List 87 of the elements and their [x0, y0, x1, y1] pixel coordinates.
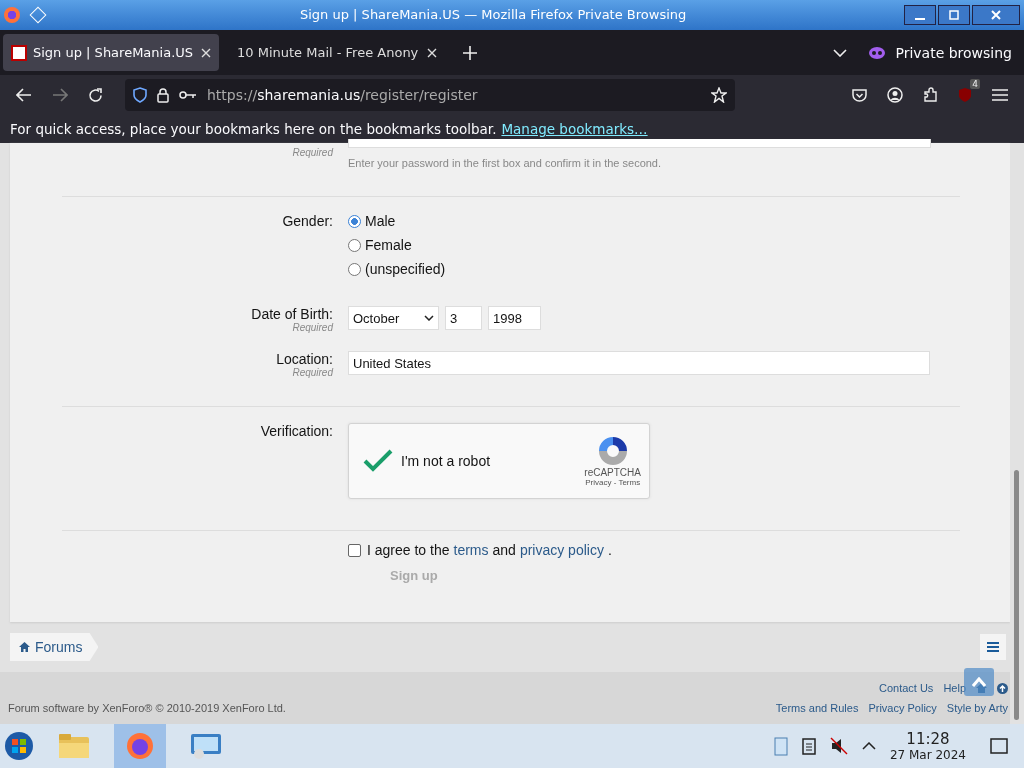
privacy-link[interactable]: Privacy: [585, 478, 612, 487]
close-button[interactable]: [972, 5, 1020, 25]
clock-date: 27 Mar 2024: [889, 748, 966, 762]
site-logo-icon: [11, 44, 27, 61]
firefox-taskbar-icon[interactable]: [114, 724, 166, 768]
window-title: Sign up | ShareMania.US — Mozilla Firefox Private Browsing: [300, 7, 687, 22]
breadcrumb-link[interactable]: Forums: [10, 633, 99, 661]
url-text: https://sharemania.us/register/register: [207, 87, 479, 103]
chevron-down-icon: [424, 315, 434, 321]
period: .: [607, 542, 612, 558]
pocket-icon[interactable]: [852, 88, 867, 102]
menu-button[interactable]: [980, 634, 1006, 660]
recaptcha-logo-icon: [596, 435, 629, 467]
browser-tab[interactable]: 10 Minute Mail - Free Anony: [229, 34, 445, 71]
minimize-icon: [915, 18, 925, 20]
radio-option[interactable]: Male: [348, 213, 396, 229]
scrollbar-thumb[interactable]: [1014, 470, 1019, 720]
maximize-button[interactable]: [938, 5, 970, 25]
gender-label: Gender:: [282, 213, 333, 229]
privacy-policy-link[interactable]: privacy policy: [519, 542, 604, 558]
agree-text: I agree to the: [367, 542, 450, 558]
close-tab-icon[interactable]: [201, 47, 211, 58]
location-label: Location:: [276, 351, 333, 367]
maximize-icon: [949, 10, 959, 20]
extension-badge: 4: [970, 79, 980, 89]
account-icon[interactable]: [887, 87, 903, 103]
close-tab-icon[interactable]: [427, 47, 437, 58]
day-field[interactable]: 3: [445, 306, 482, 330]
new-tab-icon[interactable]: [463, 45, 477, 60]
agree-checkbox[interactable]: [348, 543, 361, 557]
captcha-widget[interactable]: I'm not a robot reCAPTCHA Privacy - Terms: [348, 423, 650, 499]
agree-text: and: [492, 542, 516, 558]
menu-icon[interactable]: [992, 89, 1008, 101]
footer-link[interactable]: Style by Arty: [946, 702, 1008, 714]
terms-link[interactable]: Terms: [618, 478, 641, 487]
date-of-birth-label: Date of Birth:: [251, 306, 333, 322]
arrow-up-icon[interactable]: [997, 682, 1008, 694]
home-icon: [19, 642, 30, 652]
scroll-to-top-button[interactable]: [964, 668, 994, 696]
radio-option[interactable]: Female: [348, 237, 412, 253]
required-note: Required: [292, 367, 333, 378]
menu-icon: [987, 642, 999, 652]
footer-link[interactable]: Help: [943, 682, 966, 694]
clock-time: 11:28: [906, 730, 950, 748]
chevron-up-icon: [972, 677, 986, 687]
browser-tab[interactable]: Sign up | ShareMania.US: [3, 34, 219, 71]
lock-icon: [157, 87, 169, 103]
star-icon[interactable]: [711, 87, 727, 103]
captcha-label: I'm not a robot: [401, 453, 491, 469]
minimize-button[interactable]: [904, 5, 936, 25]
password-hint: Enter your password in the first box and confirm it in the second.: [348, 156, 663, 169]
address-bar[interactable]: https://sharemania.us/register/register: [125, 79, 735, 111]
key-icon: [179, 90, 197, 100]
checkmark-icon[interactable]: [363, 449, 393, 473]
location-field[interactable]: United States: [348, 351, 930, 375]
footer-link[interactable]: Contact Us: [878, 682, 934, 694]
private-browsing-label: Private browsing: [895, 44, 1012, 61]
bookmarks-hint: For quick access, place your bookmarks here on the bookmarks toolbar.: [10, 121, 497, 137]
notepad-icon[interactable]: [801, 737, 816, 755]
month-select[interactable]: October: [348, 306, 439, 330]
copyright-text: Forum software by XenForo® © 2010-2019 XenForo Ltd.: [8, 702, 286, 714]
tab-title: 10 Minute Mail - Free Anony: [237, 45, 420, 60]
notification-icon[interactable]: [990, 738, 1008, 754]
puzzle-icon[interactable]: [923, 87, 938, 103]
required-note: Required: [292, 322, 333, 333]
separator: -: [613, 478, 617, 487]
password-field[interactable]: [348, 139, 931, 148]
tab-title: Sign up | ShareMania.US: [33, 45, 195, 60]
forward-icon[interactable]: [52, 88, 68, 102]
reload-icon[interactable]: [88, 87, 103, 103]
required-note: Required: [292, 147, 333, 158]
manage-bookmarks-link[interactable]: Manage bookmarks…: [501, 121, 648, 137]
shield-icon: [133, 87, 147, 103]
footer-link[interactable]: Terms and Rules: [775, 702, 859, 714]
chevron-down-icon[interactable]: [833, 48, 848, 57]
recaptcha-brand: reCAPTCHA: [584, 467, 641, 478]
footer-link[interactable]: Privacy Policy: [868, 702, 937, 714]
terms-link[interactable]: terms: [453, 542, 489, 558]
close-icon: [991, 10, 1001, 20]
mask-icon: [869, 46, 886, 59]
chevron-up-icon[interactable]: [861, 742, 876, 750]
muted-speaker-icon[interactable]: [829, 737, 848, 755]
radio-option[interactable]: (unspecified): [348, 261, 446, 277]
year-field[interactable]: 1998: [488, 306, 541, 330]
verification-label: Verification:: [260, 423, 333, 439]
back-icon[interactable]: [16, 88, 32, 102]
start-button[interactable]: [4, 731, 34, 761]
